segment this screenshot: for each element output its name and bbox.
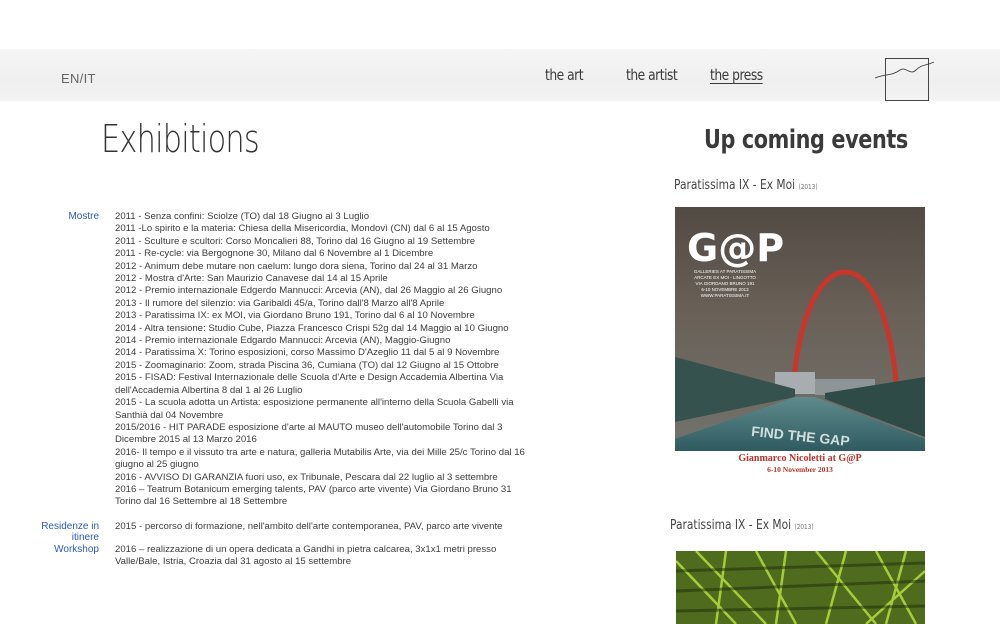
page-title: Exhibitions xyxy=(101,117,260,161)
section-label-workshop: Workshop xyxy=(54,544,99,555)
list-item: 2012 - Animum debe mutare non caelum: lu… xyxy=(115,260,478,272)
event-year: (2013) xyxy=(798,183,818,191)
list-item: 2014 - Altra tensione: Studio Cube, Piaz… xyxy=(115,322,509,334)
poster-artwork: FIND THE GAP G@P GALLERIES AT PARATISSIM… xyxy=(675,207,925,475)
list-item: 2011 -Lo spirito e la materia: Chiesa de… xyxy=(115,223,490,235)
list-item: 2015 - percorso di formazione, nell'ambi… xyxy=(115,521,503,532)
sidebar-title: Up coming events xyxy=(704,125,908,155)
list-item: 2015 - La scuola adotta un Artista: espo… xyxy=(115,397,514,421)
poster-line: ARCATE EX MOI - LINGOTTO xyxy=(694,275,756,280)
poster-caption-artist: Gianmarco Nicoletti at G@P xyxy=(738,453,862,464)
signature-scribble-icon xyxy=(874,61,935,79)
poster-artwork-green xyxy=(676,551,925,624)
list-item: 2016 – Teatrum Botanicum emerging talent… xyxy=(115,483,512,508)
list-item: 2013 - Il rumore del silenzio: via Garib… xyxy=(115,297,445,309)
gap-logo: G@P xyxy=(687,226,784,270)
event-poster[interactable] xyxy=(676,551,925,624)
list-item: 2016 – realizzazione di un opera dedicat… xyxy=(115,544,497,568)
list-item: 2011 - Sculture e scultori: Corso Moncal… xyxy=(115,235,476,247)
list-item: 2014 - Paratissima X: Torino esposizioni… xyxy=(115,347,500,359)
poster-caption-dates: 6-10 November 2013 xyxy=(767,465,833,474)
event-name: Paratissima IX - Ex Moi xyxy=(670,518,792,533)
top-nav-bar xyxy=(0,49,1000,101)
list-item: 2011 - Senza confini: Sciolze (TO) dal 1… xyxy=(115,211,370,222)
exhibition-list: 2011 - Senza confini: Sciolze (TO) dal 1… xyxy=(115,211,540,509)
list-item: 2015 - FISAD: Festival Internazionale de… xyxy=(115,372,504,396)
language-toggle[interactable]: EN/IT xyxy=(61,71,96,86)
event-name: Paratissima IX - Ex Moi xyxy=(674,178,796,193)
list-item: 2012 - Premio internazionale Edgerdo Man… xyxy=(115,285,503,297)
poster-line: VIA GIORDANO BRUNO 191 xyxy=(695,281,755,286)
poster-line: WWW.PARATISSIMA.IT xyxy=(701,293,750,298)
list-item: 2011 - Re-cycle: via Bergognone 30, Mila… xyxy=(115,248,434,260)
poster-line: GALLERIES AT PARATISSIMA xyxy=(694,269,756,274)
poster-line: 6-10 NOVEMBRE 2013 xyxy=(701,287,749,292)
section-label-mostre: Mostre xyxy=(68,211,99,222)
list-item: 2014 - Premio internazionale Edgardo Man… xyxy=(115,335,451,347)
list-item: 2016 - AVVISO DI GARANZIA fuori uso, ex … xyxy=(115,471,498,483)
list-item: 2015 - Zoomaginario: Zoom, strada Piscin… xyxy=(115,359,499,371)
list-item: 2016- Il tempo e il vissuto tra arte e n… xyxy=(115,446,525,471)
list-item: 2013 - Paratissima IX: ex MOI, via Giord… xyxy=(115,310,475,322)
section-label-residenze: Residenze in itinere xyxy=(41,521,99,543)
event-year: (2013) xyxy=(794,523,814,531)
nav-link-the-artist[interactable]: the artist xyxy=(626,66,678,84)
nav-link-the-press[interactable]: the press xyxy=(710,66,763,84)
list-item: 2015/2016 - HIT PARADE esposizione d'art… xyxy=(115,421,503,446)
event-title[interactable]: Paratissima IX - Ex Moi (2013) xyxy=(674,178,818,193)
list-item: 2012 - Mostra d'Arte: San Maurizio Canav… xyxy=(115,273,388,285)
event-title[interactable]: Paratissima IX - Ex Moi (2013) xyxy=(670,518,814,533)
nav-link-the-art[interactable]: the art xyxy=(545,66,584,84)
event-poster[interactable]: FIND THE GAP G@P GALLERIES AT PARATISSIM… xyxy=(675,207,925,475)
